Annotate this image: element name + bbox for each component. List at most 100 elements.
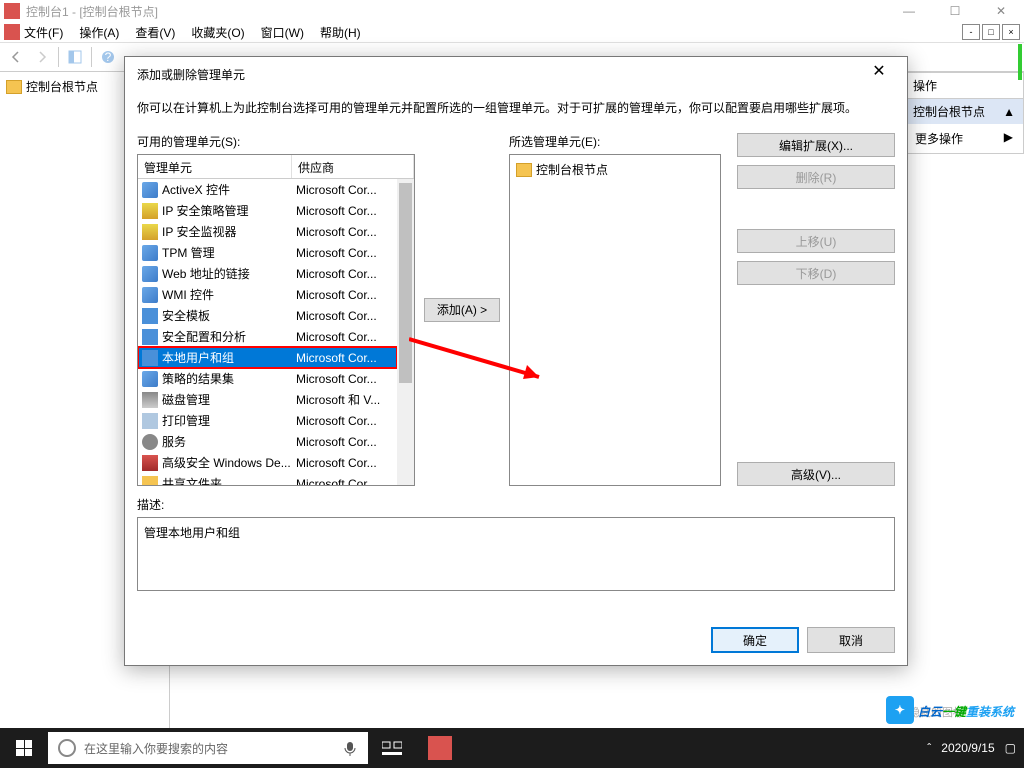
- move-up-button[interactable]: 上移(U): [737, 229, 895, 253]
- snapin-icon: [142, 455, 158, 471]
- mdi-minimize[interactable]: -: [962, 24, 980, 40]
- snapin-row[interactable]: 安全模板Microsoft Cor...: [138, 305, 397, 326]
- snapin-name: IP 安全策略管理: [162, 202, 292, 219]
- forward-button[interactable]: [30, 45, 54, 69]
- snapin-row[interactable]: 策略的结果集Microsoft Cor...: [138, 368, 397, 389]
- available-column: 可用的管理单元(S): 管理单元 供应商 ActiveX 控件Microsoft…: [137, 133, 415, 486]
- snapin-vendor: Microsoft Cor...: [292, 267, 397, 281]
- menu-favorites[interactable]: 收藏夹(O): [191, 24, 244, 41]
- close-button[interactable]: ✕: [978, 0, 1024, 22]
- snapin-vendor: Microsoft Cor...: [292, 351, 397, 365]
- search-box[interactable]: 在这里输入你要搜索的内容: [48, 732, 368, 764]
- dialog-description: 你可以在计算机上为此控制台选择可用的管理单元并配置所选的一组管理单元。对于可扩展…: [125, 91, 907, 133]
- snapin-row[interactable]: WMI 控件Microsoft Cor...: [138, 284, 397, 305]
- snapin-icon: [142, 266, 158, 282]
- watermark: ✦ 白云一键重装系统: [886, 696, 1014, 724]
- snapin-vendor: Microsoft Cor...: [292, 435, 397, 449]
- snapin-name: 安全配置和分析: [162, 328, 292, 345]
- scrollbar-thumb[interactable]: [399, 183, 412, 383]
- mdi-controls: - □ ×: [962, 24, 1020, 40]
- snapin-name: 服务: [162, 433, 292, 450]
- menu-file[interactable]: 文件(F): [24, 24, 63, 41]
- col-vendor[interactable]: 供应商: [292, 155, 414, 178]
- menu-view[interactable]: 查看(V): [135, 24, 175, 41]
- resource-indicator: [1018, 44, 1022, 80]
- ok-button[interactable]: 确定: [711, 627, 799, 653]
- collapse-icon[interactable]: ▲: [1003, 105, 1015, 119]
- scrollbar[interactable]: [397, 179, 414, 485]
- snapin-row[interactable]: Web 地址的链接Microsoft Cor...: [138, 263, 397, 284]
- snapin-name: 共享文件夹: [162, 475, 292, 486]
- snapin-row[interactable]: 安全配置和分析Microsoft Cor...: [138, 326, 397, 347]
- folder-icon: [6, 80, 22, 94]
- snapin-name: 高级安全 Windows De...: [162, 454, 292, 471]
- taskbar: 在这里输入你要搜索的内容 ˆ 2020/9/15 ▢: [0, 728, 1024, 768]
- menu-help[interactable]: 帮助(H): [320, 24, 361, 41]
- remove-button[interactable]: 删除(R): [737, 165, 895, 189]
- search-placeholder: 在这里输入你要搜索的内容: [84, 740, 228, 757]
- selected-root-label: 控制台根节点: [536, 161, 608, 178]
- selected-listbox[interactable]: 控制台根节点: [509, 154, 721, 486]
- move-down-button[interactable]: 下移(D): [737, 261, 895, 285]
- minimize-button[interactable]: —: [886, 0, 932, 22]
- snapin-vendor: Microsoft 和 V...: [292, 391, 397, 408]
- dialog-close-button[interactable]: ✕: [863, 61, 895, 87]
- tray-chevron-icon[interactable]: ˆ: [927, 741, 931, 755]
- start-button[interactable]: [0, 728, 48, 768]
- back-button[interactable]: [4, 45, 28, 69]
- advanced-button[interactable]: 高级(V)...: [737, 462, 895, 486]
- available-listbox[interactable]: 管理单元 供应商 ActiveX 控件Microsoft Cor...IP 安全…: [137, 154, 415, 486]
- snapin-name: IP 安全监视器: [162, 223, 292, 240]
- col-snapin[interactable]: 管理单元: [138, 155, 292, 178]
- task-view-button[interactable]: [368, 728, 416, 768]
- titlebar: 控制台1 - [控制台根节点] — ☐ ✕: [0, 0, 1024, 22]
- tree-root-label: 控制台根节点: [26, 78, 98, 95]
- pinned-mmc[interactable]: [416, 728, 464, 768]
- selected-root-item[interactable]: 控制台根节点: [514, 159, 716, 180]
- snapin-icon: [142, 245, 158, 261]
- snapin-vendor: Microsoft Cor...: [292, 372, 397, 386]
- snapin-row[interactable]: 服务Microsoft Cor...: [138, 431, 397, 452]
- snapin-icon: [142, 434, 158, 450]
- mdi-close[interactable]: ×: [1002, 24, 1020, 40]
- snapin-row[interactable]: 本地用户和组Microsoft Cor...: [138, 347, 397, 368]
- tray-date[interactable]: 2020/9/15: [941, 741, 994, 755]
- dialog-title: 添加或删除管理单元: [137, 66, 245, 83]
- dialog-titlebar: 添加或删除管理单元 ✕: [125, 57, 907, 91]
- menu-window[interactable]: 窗口(W): [261, 24, 304, 41]
- snapin-row[interactable]: TPM 管理Microsoft Cor...: [138, 242, 397, 263]
- snapin-row[interactable]: ActiveX 控件Microsoft Cor...: [138, 179, 397, 200]
- snapin-row[interactable]: 打印管理Microsoft Cor...: [138, 410, 397, 431]
- snapin-icon: [142, 224, 158, 240]
- add-button[interactable]: 添加(A) >: [424, 298, 500, 322]
- folder-icon: [516, 163, 532, 177]
- menu-action[interactable]: 操作(A): [79, 24, 119, 41]
- snapin-row[interactable]: 共享文件夹Microsoft Cor...: [138, 473, 397, 486]
- help-button[interactable]: ?: [96, 45, 120, 69]
- snapin-row[interactable]: 磁盘管理Microsoft 和 V...: [138, 389, 397, 410]
- show-hide-tree-button[interactable]: [63, 45, 87, 69]
- notification-icon[interactable]: ▢: [1005, 741, 1016, 755]
- snapin-vendor: Microsoft Cor...: [292, 309, 397, 323]
- snapin-row[interactable]: 高级安全 Windows De...Microsoft Cor...: [138, 452, 397, 473]
- snapin-vendor: Microsoft Cor...: [292, 330, 397, 344]
- watermark-text: 白云一键重装系统: [918, 700, 1014, 721]
- snapin-icon: [142, 476, 158, 487]
- snapin-row[interactable]: IP 安全监视器Microsoft Cor...: [138, 221, 397, 242]
- list-header: 管理单元 供应商: [138, 155, 414, 179]
- mdi-restore[interactable]: □: [982, 24, 1000, 40]
- edit-extensions-button[interactable]: 编辑扩展(X)...: [737, 133, 895, 157]
- cortana-icon: [58, 739, 76, 757]
- maximize-button[interactable]: ☐: [932, 0, 978, 22]
- snapin-icon: [142, 350, 158, 366]
- snapin-vendor: Microsoft Cor...: [292, 204, 397, 218]
- cancel-button[interactable]: 取消: [807, 627, 895, 653]
- actions-pane: 操作 控制台根节点 ▲ 更多操作 ▶: [904, 72, 1024, 154]
- actions-title: 操作: [905, 73, 1023, 99]
- snapin-row[interactable]: IP 安全策略管理Microsoft Cor...: [138, 200, 397, 221]
- snapin-icon: [142, 308, 158, 324]
- snapin-name: ActiveX 控件: [162, 181, 292, 198]
- selected-column: 所选管理单元(E): 控制台根节点: [509, 133, 721, 486]
- mic-icon[interactable]: [342, 740, 358, 756]
- more-actions[interactable]: 更多操作: [915, 132, 963, 146]
